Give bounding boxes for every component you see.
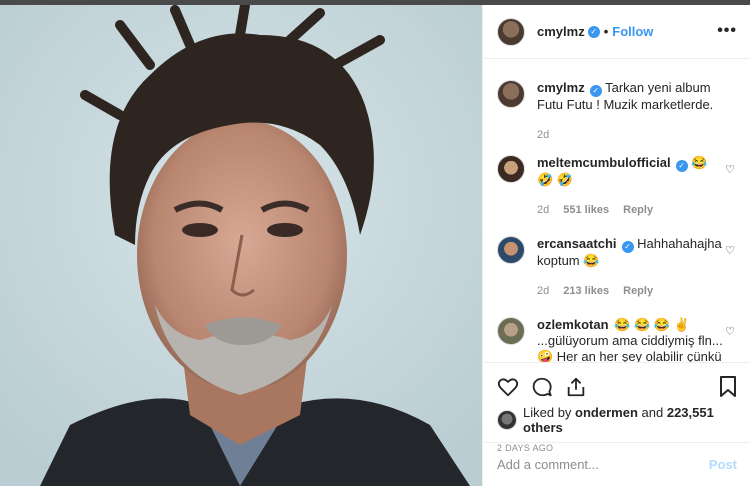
post-header: cmylmz ✓ • Follow •••	[483, 5, 750, 59]
reply-button[interactable]: Reply	[623, 202, 653, 218]
separator-dot: •	[603, 24, 609, 39]
action-icons	[497, 373, 737, 401]
comment-time[interactable]: 2d	[537, 283, 549, 299]
liked-by-prefix: Liked by	[523, 405, 572, 420]
comment-username[interactable]: ozlemkotan	[537, 317, 609, 332]
comment-icon[interactable]	[531, 376, 553, 398]
avatar[interactable]	[497, 317, 525, 345]
heart-icon[interactable]	[497, 376, 519, 398]
header-username[interactable]: cmylmz	[537, 24, 585, 39]
avatar[interactable]	[497, 236, 525, 264]
verified-badge-icon: ✓	[587, 25, 600, 38]
verified-badge-icon: ✓	[621, 241, 634, 253]
reply-button[interactable]: Reply	[623, 283, 653, 299]
verified-badge-icon: ✓	[589, 85, 602, 97]
list-item: meltemcumbulofficial ✓ 😂 🤣 🤣 2d 551 likes…	[497, 155, 737, 218]
liked-by: Liked by ondermen and 223,551 others	[497, 405, 737, 435]
avatar[interactable]	[497, 80, 525, 108]
post-photo[interactable]	[0, 5, 482, 486]
comment-time[interactable]: 2d	[537, 202, 549, 218]
comment-meta: 2d 213 likes Reply	[537, 283, 723, 299]
caption: cmylmz ✓ Tarkan yeni album Futu Futu ! Mu…	[497, 80, 737, 143]
post-side-panel: cmylmz ✓ • Follow ••• cmylmz ✓ Tarkan yen…	[482, 5, 750, 486]
add-comment-bar: Post	[483, 442, 750, 486]
comment-username[interactable]: meltemcumbulofficial	[537, 155, 671, 170]
liked-by-user[interactable]: ondermen	[575, 405, 638, 420]
avatar[interactable]	[497, 17, 525, 46]
comment-input[interactable]	[497, 457, 709, 472]
caption-meta: 2d	[537, 127, 723, 143]
follow-button[interactable]: Follow	[612, 24, 653, 39]
verified-badge-icon: ✓	[675, 160, 688, 172]
portrait-photo	[0, 5, 482, 486]
heart-icon[interactable]: ♡	[725, 325, 735, 338]
comments-list[interactable]: cmylmz ✓ Tarkan yeni album Futu Futu ! Mu…	[483, 60, 750, 362]
caption-username[interactable]: cmylmz	[537, 80, 585, 95]
avatar[interactable]	[497, 155, 525, 183]
list-item: ozlemkotan 😂 😂 😂 ✌️ ...gülüyorum ama cid…	[497, 317, 737, 362]
post-actions: Liked by ondermen and 223,551 others 2 D…	[483, 362, 750, 453]
avatar[interactable]	[497, 410, 517, 430]
more-options-icon[interactable]: •••	[717, 22, 737, 40]
heart-icon[interactable]: ♡	[725, 163, 735, 176]
heart-icon[interactable]: ♡	[725, 244, 735, 257]
comment-likes[interactable]: 551 likes	[563, 202, 609, 218]
caption-time[interactable]: 2d	[537, 127, 549, 143]
share-icon[interactable]	[565, 376, 587, 398]
comment-username[interactable]: ercansaatchi	[537, 236, 617, 251]
comment-likes[interactable]: 213 likes	[563, 283, 609, 299]
header-user: cmylmz ✓ • Follow	[537, 24, 653, 39]
liked-by-joiner: and	[641, 405, 664, 420]
bookmark-icon[interactable]	[719, 376, 737, 398]
post-button[interactable]: Post	[709, 457, 737, 472]
comment-meta: 2d 551 likes Reply	[537, 202, 723, 218]
list-item: ercansaatchi ✓ Hahhahahajha koptum 😂 2d 2…	[497, 236, 737, 299]
